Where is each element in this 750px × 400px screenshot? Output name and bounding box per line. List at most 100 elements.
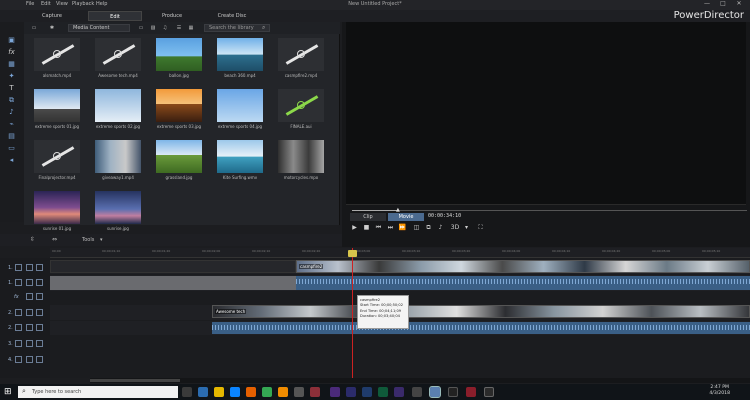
preview-timecode[interactable]: 00:00:34:10 (428, 213, 461, 219)
track-manager-icon[interactable]: ⇳ (30, 236, 35, 243)
timeline-scrollbar[interactable] (90, 378, 750, 383)
edge-icon[interactable] (198, 387, 208, 397)
app-icon[interactable] (484, 387, 494, 397)
lock-icon[interactable] (26, 293, 33, 300)
visibility-checkbox[interactable] (36, 264, 43, 271)
library-search-input[interactable]: Search the library (204, 24, 270, 32)
media-room-icon[interactable]: ▣ (6, 36, 17, 45)
library-collapse-icon[interactable]: ◂ (6, 156, 17, 165)
store-icon[interactable] (230, 387, 240, 397)
visibility-checkbox[interactable] (36, 309, 43, 316)
lock-icon[interactable] (26, 324, 33, 331)
after-effects-icon[interactable] (394, 387, 404, 397)
timeline-clip[interactable]: Awesome tech (212, 305, 750, 318)
volume-icon[interactable]: ♪ (436, 223, 445, 232)
chrome-icon[interactable] (262, 387, 272, 397)
powerdirector-taskbar-icon[interactable] (429, 386, 441, 398)
quality-icon[interactable]: ▾ (462, 223, 471, 232)
visibility-checkbox[interactable] (36, 293, 43, 300)
lock-icon[interactable] (26, 264, 33, 271)
app-icon[interactable] (466, 387, 476, 397)
chevron-down-icon[interactable]: ▾ (100, 237, 103, 243)
app-icon[interactable] (412, 387, 422, 397)
library-item[interactable]: grassland.jpg (152, 140, 206, 186)
track-header[interactable]: 1. (0, 262, 50, 274)
premiere-icon[interactable] (330, 387, 340, 397)
library-item[interactable]: ballon.jpg (152, 38, 206, 84)
tab-create-disc[interactable]: Create Disc (206, 11, 258, 21)
track-header[interactable]: fx (0, 291, 50, 303)
playhead-handle[interactable] (348, 250, 357, 257)
photoshop-icon[interactable] (362, 387, 372, 397)
audio-mixing-icon[interactable]: ♪ (6, 108, 17, 117)
visibility-checkbox[interactable] (36, 324, 43, 331)
scrollbar-thumb[interactable] (90, 379, 180, 382)
vlc-icon[interactable] (278, 387, 288, 397)
timeline-clip[interactable]: casmpfire2 (296, 260, 750, 273)
library-item[interactable]: beach 360.mp4 (213, 38, 267, 84)
app-icon[interactable] (378, 387, 388, 397)
snapshot-icon[interactable]: ◫ (412, 223, 421, 232)
visibility-checkbox[interactable] (36, 356, 43, 363)
next-frame-icon[interactable]: ⏭ (386, 223, 395, 232)
audio-track-icon[interactable] (15, 279, 22, 286)
video-track-icon[interactable] (15, 309, 22, 316)
audition-icon[interactable] (346, 387, 356, 397)
windows-start-icon[interactable]: ⊞ (4, 387, 12, 397)
track-header[interactable]: 4. (0, 354, 50, 366)
media-content-dropdown[interactable]: Media Content (68, 24, 130, 32)
voiceover-icon[interactable]: ⌁ (6, 120, 17, 129)
play-icon[interactable]: ▶ (350, 223, 359, 232)
visibility-checkbox[interactable] (36, 279, 43, 286)
title-room-icon[interactable]: T (6, 84, 17, 93)
pip-room-icon[interactable]: ▦ (6, 60, 17, 69)
library-item[interactable]: extreme sports 01.jpg (30, 89, 84, 135)
app-icon[interactable] (310, 387, 320, 397)
chapter-room-icon[interactable]: ▤ (6, 132, 17, 141)
timeline-playhead[interactable] (352, 248, 353, 378)
tab-capture[interactable]: Capture (30, 11, 74, 21)
taskbar-search-input[interactable]: Type here to search (18, 386, 178, 398)
stop-icon[interactable]: ■ (362, 223, 371, 232)
subtitle-room-icon[interactable]: ▭ (6, 144, 17, 153)
clip-mode-button[interactable]: Clip (350, 213, 386, 221)
timeline-ruler[interactable]: 00;00 00;00;01;10 00;00;01;20 00;00;02;00 00… (50, 248, 750, 258)
tab-edit[interactable]: Edit (88, 11, 142, 21)
firefox-icon[interactable] (246, 387, 256, 397)
library-item[interactable]: extreme sports 04.jpg (213, 89, 267, 135)
plugin-icon[interactable]: ✱ (46, 24, 58, 32)
library-item[interactable]: extreme sports 03.jpg (152, 89, 206, 135)
lock-icon[interactable] (26, 340, 33, 347)
previous-frame-icon[interactable]: ⏮ (374, 223, 383, 232)
library-item[interactable]: alsmatch.mp4 (30, 38, 84, 84)
movie-mode-button[interactable]: Movie (388, 213, 424, 221)
track-header[interactable]: 3. (0, 338, 50, 350)
audio-clip-empty[interactable] (50, 276, 296, 290)
fx-room-icon[interactable]: fx (6, 48, 17, 57)
app-icon[interactable] (294, 387, 304, 397)
transition-room-icon[interactable]: ⧉ (6, 96, 17, 105)
library-item[interactable]: casmpfire2.mp4 (274, 38, 328, 84)
audio-track-icon[interactable] (15, 324, 22, 331)
list-view-icon[interactable]: ☰ (174, 24, 184, 32)
audio-clip[interactable] (212, 322, 750, 334)
library-item[interactable]: Kite Surfing.wmv (213, 140, 267, 186)
library-item[interactable]: motorcycles.mpo (274, 140, 328, 186)
video-track-icon[interactable] (15, 356, 22, 363)
library-item[interactable]: Awesome tech.mp4 (91, 38, 145, 84)
visibility-checkbox[interactable] (36, 340, 43, 347)
particle-room-icon[interactable]: ✦ (6, 72, 17, 81)
close-button[interactable]: ✕ (732, 0, 746, 7)
grid-view-icon[interactable]: ▦ (186, 24, 196, 32)
task-view-icon[interactable] (182, 387, 192, 397)
maximize-button[interactable]: □ (716, 0, 730, 7)
track-header[interactable]: 1. (0, 277, 50, 289)
app-icon[interactable] (448, 387, 458, 397)
library-item[interactable]: FINALE.aui (274, 89, 328, 135)
track-header[interactable]: 2. (0, 322, 50, 334)
filter-video-icon[interactable]: ▭ (136, 24, 146, 32)
fast-forward-icon[interactable]: ⏩ (398, 223, 407, 232)
undock-icon[interactable]: ⧉ (424, 223, 433, 232)
library-item[interactable]: sunrise 01.jpg (30, 191, 84, 237)
library-item[interactable]: giveaway1.mp4 (91, 140, 145, 186)
